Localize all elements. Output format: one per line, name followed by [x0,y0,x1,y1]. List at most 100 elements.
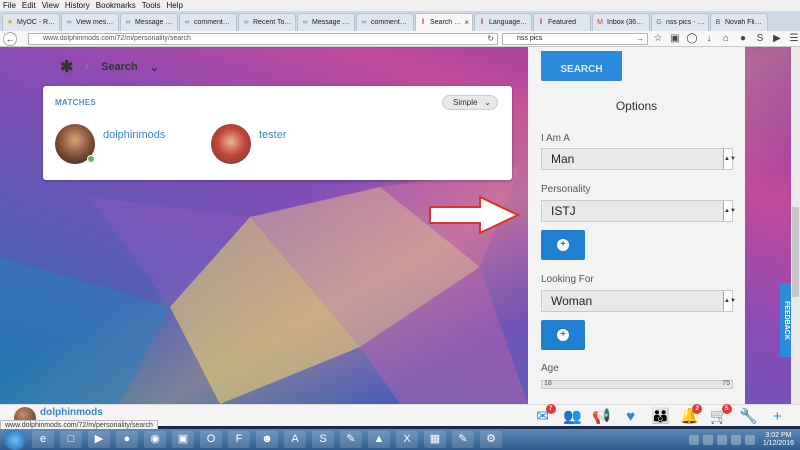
excel-icon[interactable]: X [396,431,418,448]
avatar[interactable] [211,124,251,164]
menu-file[interactable]: File [3,0,16,11]
browser-tab[interactable]: ‖ Search f... × [415,13,473,31]
breadcrumb-search[interactable]: Search [101,61,138,73]
scrollbar-thumb[interactable] [792,207,799,297]
tray-icon[interactable] [688,434,699,445]
app-icon-bar: ✉ 7 👥 📢 ♥ 👪 🔔 2 🛒 5 🔧 + [528,404,792,429]
browser-tab[interactable]: ∞ Message to ... [120,13,178,31]
tab-label: Message to ... [312,19,351,26]
hamburger-menu-icon[interactable]: ☰ [788,32,800,45]
age-max: 75 [722,380,730,387]
page-scrollbar[interactable] [791,47,800,404]
browser-tab[interactable]: ∞ Message to ... [297,13,355,31]
plus-icon[interactable]: + [768,408,786,426]
skype-icon[interactable]: S [312,431,334,448]
online-indicator [87,155,95,163]
pdf-icon[interactable]: ▲ [368,431,390,448]
browser-tab[interactable]: ★MyOC - Reg... [2,13,60,31]
chat-icon[interactable]: ● [737,32,749,45]
tray-icon[interactable] [716,434,727,445]
browser-tab[interactable]: ‖ Language S... [474,13,532,31]
looking-for-select[interactable]: Woman ▲▼ [541,290,736,312]
username-link[interactable]: dolphinmods [103,129,165,141]
search-input[interactable]: nss pics → [502,33,648,45]
clock[interactable]: 3:02 PM 1/12/2016 [763,432,794,448]
menu-help[interactable]: Help [166,0,182,11]
tab-label: comments :... [194,19,233,26]
infinity-icon: ∞ [243,18,249,26]
browser-tab[interactable]: ∞ Recent Topi... [238,13,296,31]
pause-icon: ‖ [539,18,543,26]
reload-icon[interactable]: ↻ [487,34,494,44]
avatar[interactable] [55,124,95,164]
browser-tab[interactable]: Gnss pics - Go... [651,13,709,31]
utility-icon[interactable]: ⚙ [480,431,502,448]
view-mode-dropdown[interactable]: Simple ⌄ [442,95,498,110]
options-panel: SEARCH Options I Am A Man ▲▼ Personality… [528,47,745,404]
bottom-username[interactable]: dolphinmods [40,407,103,418]
add-looking-for-button[interactable]: + [541,320,585,350]
tab-label: Featured [548,19,577,26]
skype-icon[interactable]: S [754,32,766,45]
menu-bookmarks[interactable]: Bookmarks [96,0,136,11]
reading-list-icon[interactable]: ▣ [669,32,681,45]
tray-icon[interactable] [702,434,713,445]
asterisk-icon[interactable]: ✱ [60,57,73,77]
search-go-icon[interactable]: → [636,34,644,44]
age-range-slider[interactable]: 18 75 [541,380,733,389]
menu-view[interactable]: View [42,0,59,11]
group-icon[interactable]: 👪 [651,408,670,426]
home-icon[interactable]: ⌂ [720,32,732,45]
start-button-icon[interactable] [4,429,26,450]
image-viewer-icon[interactable]: ▦ [424,431,446,448]
cart-icon[interactable]: 🛒 5 [710,404,732,426]
heart-icon[interactable]: ♥ [622,408,640,426]
ext-icon[interactable]: ▶ [771,32,783,45]
browser-tab[interactable]: M Inbox (369) ... [592,13,650,31]
paint-icon[interactable]: ✎ [452,431,474,448]
outlook-icon[interactable]: O [200,431,222,448]
browser-tab[interactable]: B Novah Fligh... [710,13,768,31]
address-book-icon[interactable]: A [284,431,306,448]
username-link[interactable]: tester [259,129,287,141]
download-icon[interactable]: ↓ [703,32,715,45]
match-user[interactable]: dolphinmods [55,124,165,164]
menu-edit[interactable]: Edit [22,0,36,11]
explorer-icon[interactable]: □ [60,431,82,448]
browser-tab[interactable]: ∞ comments :... [356,13,414,31]
firefox-icon[interactable]: ● [116,431,138,448]
mail-icon[interactable]: ✉ 7 [534,404,556,426]
personality-select[interactable]: ISTJ ▲▼ [541,200,736,222]
close-tab-icon[interactable]: × [464,18,469,27]
network-tray-icon[interactable] [744,434,755,445]
add-personality-button[interactable]: + [541,230,585,260]
tab-label: comments :... [371,19,410,26]
search-button[interactable]: SEARCH [541,51,622,81]
menu-history[interactable]: History [65,0,90,11]
bookmark-star-icon[interactable]: ☆ [652,32,664,45]
i-am-select[interactable]: Man ▲▼ [541,148,736,170]
pocket-icon[interactable]: ◯ [686,32,698,45]
browser-tab[interactable]: ∞ View messa... [61,13,119,31]
wrench-icon[interactable]: 🔧 [739,408,758,426]
ie-icon[interactable]: e [32,431,54,448]
users-icon[interactable]: 👥 [563,408,582,426]
match-user[interactable]: tester [211,124,287,164]
back-button-icon[interactable]: ← [3,31,17,46]
chevron-down-icon[interactable]: ⌄ [150,61,159,74]
tab-strip: ★MyOC - Reg... ∞ View messa... ∞ Message to … [0,11,800,31]
chrome-icon[interactable]: ◉ [144,431,166,448]
eraser-icon[interactable]: ✎ [340,431,362,448]
browser-tab[interactable]: ∞ comments :... [179,13,237,31]
megaphone-icon[interactable]: 📢 [592,408,611,426]
frog-icon[interactable]: ☻ [256,431,278,448]
media-player-icon[interactable]: ▶ [88,431,110,448]
browser-tab[interactable]: ‖ Featured [533,13,591,31]
network-icon[interactable]: ▣ [172,431,194,448]
menu-tools[interactable]: Tools [142,0,161,11]
url-bar[interactable]: www.dolphinmods.com/72/m/personality/sea… [28,33,498,45]
volume-icon[interactable] [730,434,741,445]
bell-icon[interactable]: 🔔 2 [680,404,703,426]
breadcrumb: ✱ › Search ⌄ [60,57,159,77]
filezilla-icon[interactable]: F [228,431,250,448]
